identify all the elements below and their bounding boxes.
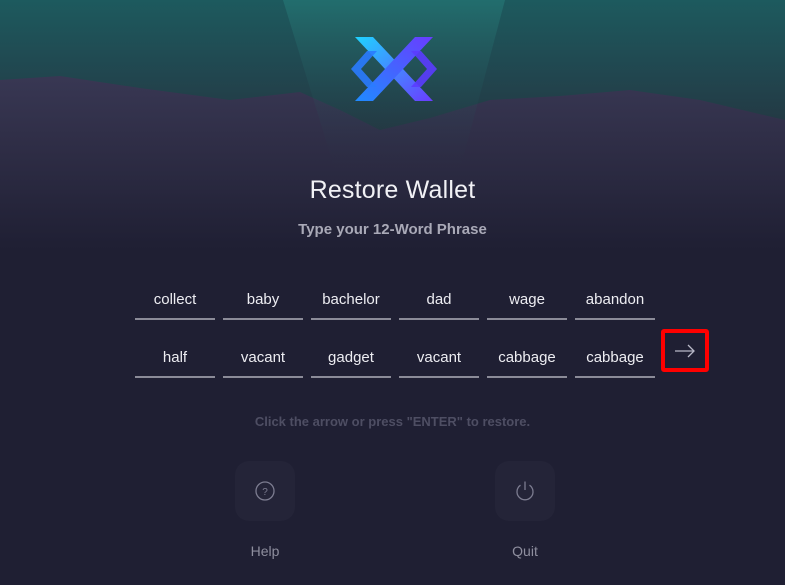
page-subtitle: Type your 12-Word Phrase bbox=[298, 221, 487, 238]
help-button[interactable]: ? bbox=[235, 461, 295, 521]
page-title: Restore Wallet bbox=[309, 176, 476, 204]
help-label: Help bbox=[250, 543, 280, 559]
arrow-right-icon bbox=[675, 344, 695, 357]
word-field-2[interactable]: baby bbox=[223, 288, 303, 320]
svg-text:?: ? bbox=[262, 487, 268, 498]
question-circle-icon: ? bbox=[255, 481, 275, 501]
power-icon bbox=[516, 481, 534, 501]
word-field-6[interactable]: abandon bbox=[575, 288, 655, 320]
word-field-9[interactable]: gadget bbox=[311, 346, 391, 378]
quit-label: Quit bbox=[512, 543, 538, 559]
word-field-11[interactable]: cabbage bbox=[487, 346, 567, 378]
word-field-7[interactable]: half bbox=[135, 346, 215, 378]
word-field-4[interactable]: dad bbox=[399, 288, 479, 320]
quit-button[interactable] bbox=[495, 461, 555, 521]
word-field-10[interactable]: vacant bbox=[399, 346, 479, 378]
word-field-3[interactable]: bachelor bbox=[311, 288, 391, 320]
exodus-logo-icon bbox=[351, 33, 437, 105]
restore-submit-button[interactable] bbox=[661, 329, 709, 372]
restore-hint: Click the arrow or press "ENTER" to rest… bbox=[254, 414, 531, 429]
word-field-8[interactable]: vacant bbox=[223, 346, 303, 378]
word-field-12[interactable]: cabbage bbox=[575, 346, 655, 378]
word-field-1[interactable]: collect bbox=[135, 288, 215, 320]
word-field-5[interactable]: wage bbox=[487, 288, 567, 320]
